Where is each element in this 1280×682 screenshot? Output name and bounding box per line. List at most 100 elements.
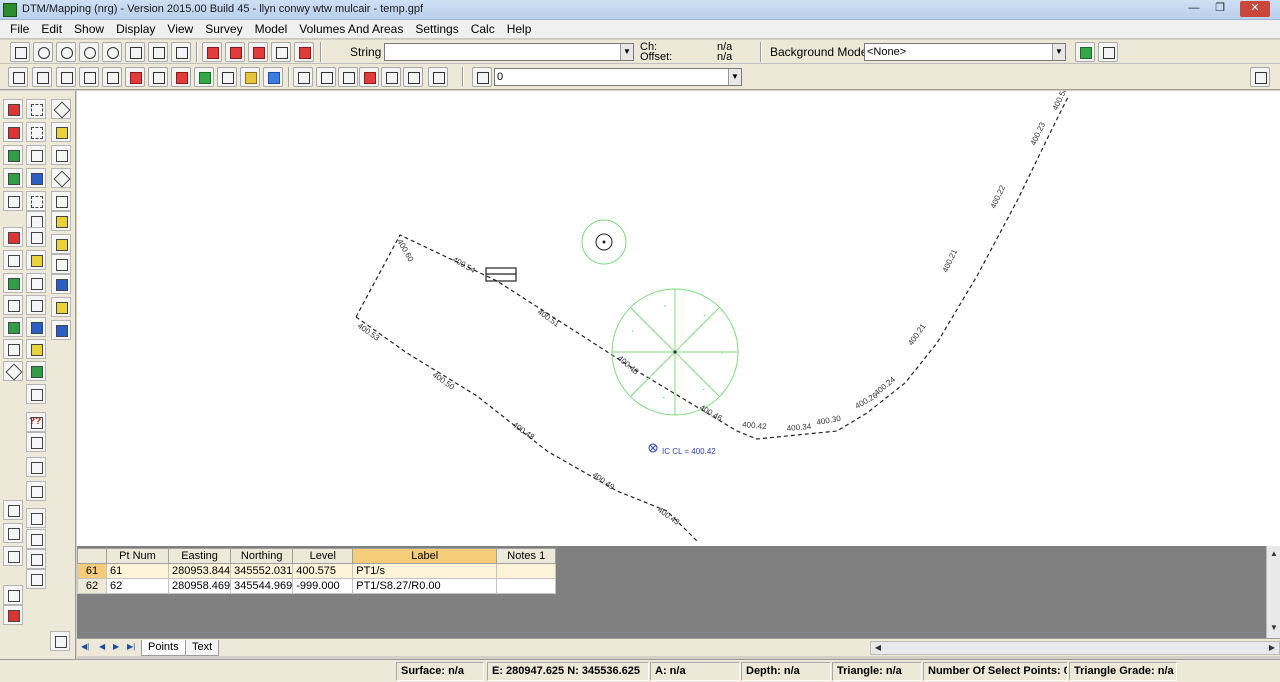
menu-help[interactable]: Help xyxy=(501,22,538,36)
menu-file[interactable]: File xyxy=(4,22,35,36)
pan-icon[interactable] xyxy=(125,42,145,62)
text-tool-icon[interactable] xyxy=(32,67,52,87)
blue-circle-icon[interactable] xyxy=(26,317,46,337)
pointer-icon[interactable] xyxy=(51,191,71,211)
split-string-icon[interactable] xyxy=(294,42,314,62)
contour-icon[interactable] xyxy=(217,67,237,87)
column-header[interactable]: Level xyxy=(292,548,354,564)
menu-show[interactable]: Show xyxy=(68,22,110,36)
dim-tool-icon[interactable] xyxy=(171,67,191,87)
distance-icon[interactable] xyxy=(3,339,23,359)
ellipse-icon[interactable] xyxy=(26,250,46,270)
table-cell[interactable]: -999.000 xyxy=(292,578,354,594)
function-icon[interactable] xyxy=(26,432,46,452)
cross-icon[interactable] xyxy=(125,67,145,87)
move-vertex-icon[interactable] xyxy=(3,523,23,543)
chevron-down-icon[interactable]: ▼ xyxy=(620,44,633,60)
menu-model[interactable]: Model xyxy=(249,22,294,36)
line-icon[interactable] xyxy=(316,67,336,87)
list-icon[interactable] xyxy=(428,67,448,87)
brush-icon[interactable] xyxy=(8,67,28,87)
table-cell[interactable]: 345544.969 xyxy=(230,578,294,594)
triangle-outline-icon[interactable] xyxy=(51,254,71,274)
table-cell[interactable] xyxy=(496,563,557,579)
zoom-in-icon[interactable] xyxy=(33,42,53,62)
grid-vertical-scrollbar[interactable]: ▲ ▼ xyxy=(1266,546,1280,638)
window-tool-icon[interactable] xyxy=(3,585,23,605)
table-icon[interactable] xyxy=(338,67,358,87)
rotate-icon[interactable] xyxy=(3,168,23,188)
rotate-small-icon[interactable] xyxy=(26,529,46,549)
vertical-arrows-icon[interactable] xyxy=(26,549,46,569)
number-tool-icon[interactable] xyxy=(56,67,76,87)
ic-marker[interactable] xyxy=(648,443,658,453)
yellow-grid-icon[interactable] xyxy=(51,297,71,317)
crosshair-icon[interactable] xyxy=(51,168,71,188)
trash-icon[interactable] xyxy=(1250,67,1270,87)
drawing-canvas[interactable]: IC CL = 400.42 400.60 400.54 400.51 400.48 4… xyxy=(77,91,1280,546)
cross-arrows-icon[interactable] xyxy=(3,361,23,381)
minimize-icon[interactable]: — xyxy=(1183,1,1205,17)
maximize-icon[interactable]: ❐ xyxy=(1209,1,1231,17)
lasso-icon[interactable] xyxy=(51,211,71,231)
pan-tool-icon[interactable] xyxy=(3,546,23,566)
triangle-mesh-icon[interactable] xyxy=(51,99,71,119)
column-header[interactable]: Label xyxy=(352,548,498,564)
blue-square-icon[interactable] xyxy=(51,320,71,340)
spiral-icon[interactable] xyxy=(51,234,71,254)
level-tool-icon[interactable] xyxy=(79,67,99,87)
dotted-points-icon[interactable] xyxy=(26,99,46,119)
menu-display[interactable]: Display xyxy=(110,22,161,36)
regen-icon[interactable] xyxy=(171,42,191,62)
background-image-icon[interactable] xyxy=(1075,42,1095,62)
dashed-box-icon[interactable] xyxy=(26,191,46,211)
box-select-icon[interactable] xyxy=(26,508,46,528)
table-cell[interactable]: 61 xyxy=(106,563,169,579)
menu-settings[interactable]: Settings xyxy=(409,22,464,36)
grate-symbol[interactable] xyxy=(485,267,517,282)
layer-combo[interactable]: 0 ▼ xyxy=(494,68,742,86)
select-arrow-icon[interactable] xyxy=(10,42,30,62)
angle-icon[interactable] xyxy=(3,227,23,247)
move-down-icon[interactable] xyxy=(3,500,23,520)
shear-icon[interactable] xyxy=(26,569,46,589)
table-cell[interactable]: PT1/S8.27/R0.00 xyxy=(352,578,498,594)
intersect-icon[interactable] xyxy=(26,295,46,315)
background-model-combo[interactable]: <None> ▼ xyxy=(864,43,1066,61)
menu-survey[interactable]: Survey xyxy=(199,22,248,36)
table-cell[interactable] xyxy=(496,578,557,594)
scroll-left-icon[interactable]: ◀ xyxy=(871,642,885,654)
delete-point-icon[interactable] xyxy=(248,42,268,62)
table-row[interactable]: 61 61 280953.844 345552.031 400.575 PT1/… xyxy=(77,563,557,579)
layers-icon[interactable] xyxy=(472,67,492,87)
arc-icon[interactable] xyxy=(3,250,23,270)
sparkle-icon[interactable] xyxy=(26,384,46,404)
table-cell[interactable]: 400.575 xyxy=(292,563,354,579)
chevron-down-icon[interactable]: ▼ xyxy=(728,69,741,85)
blue-fill-icon[interactable] xyxy=(26,168,46,188)
grid-horizontal-scrollbar[interactable]: ◀ ▶ xyxy=(870,641,1280,655)
table-cell[interactable]: 280958.469 xyxy=(167,578,232,594)
large-tree-symbol[interactable] xyxy=(611,288,739,416)
green-grid-icon[interactable] xyxy=(26,361,46,381)
menu-volumes-and-areas[interactable]: Volumes And Areas xyxy=(293,22,409,36)
zoom-extents-icon[interactable] xyxy=(102,42,122,62)
row-number[interactable]: 61 xyxy=(77,563,107,579)
person-tool-icon[interactable] xyxy=(3,605,23,625)
small-tree-symbol[interactable] xyxy=(581,219,627,265)
table-cell[interactable]: 345552.031 xyxy=(230,563,294,579)
offset-icon[interactable] xyxy=(3,273,23,293)
move-point-icon[interactable] xyxy=(202,42,222,62)
table-row[interactable]: 62 62 280958.469 345544.969 -999.000 PT1… xyxy=(77,578,557,594)
angle-tool-icon[interactable] xyxy=(148,67,168,87)
surface-icon[interactable] xyxy=(194,67,214,87)
section-icon[interactable] xyxy=(3,317,23,337)
next-tab-icon[interactable]: ▶ xyxy=(113,642,119,651)
menu-edit[interactable]: Edit xyxy=(35,22,68,36)
curve-icon[interactable] xyxy=(26,227,46,247)
zoom-window-icon[interactable] xyxy=(79,42,99,62)
column-header[interactable]: Pt Num xyxy=(106,548,169,564)
prev-tab-icon[interactable]: ◀ xyxy=(99,642,105,651)
colour-palette-icon[interactable] xyxy=(263,67,283,87)
blank-tool-icon[interactable] xyxy=(26,457,46,477)
